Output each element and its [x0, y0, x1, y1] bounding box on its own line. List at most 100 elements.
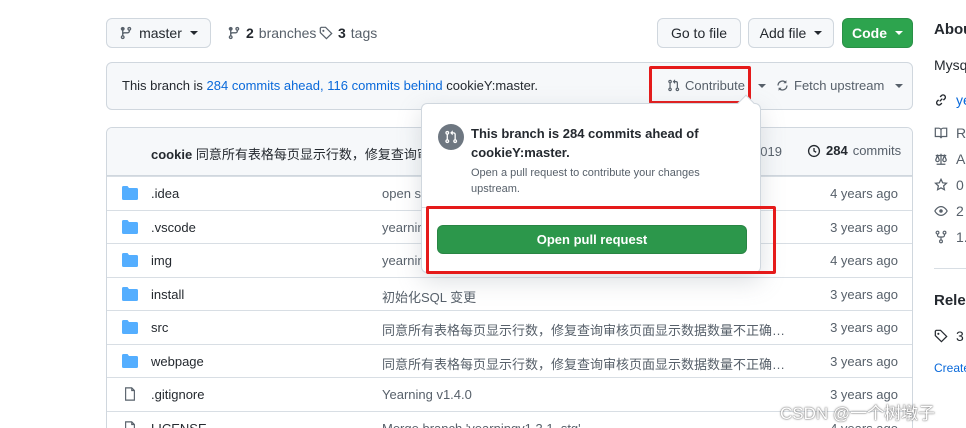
- book-icon: [934, 127, 948, 139]
- popover-divider: [422, 207, 760, 208]
- tags-count: 3: [338, 25, 346, 41]
- repo-website-link[interactable]: ye: [934, 92, 966, 108]
- link-icon: [936, 94, 946, 106]
- folder-icon: [122, 186, 138, 200]
- code-button[interactable]: Code: [842, 18, 913, 48]
- contribute-label: Contribute: [685, 78, 745, 93]
- file-commit-age: 3 years ago: [830, 353, 898, 369]
- create-release-link[interactable]: Create: [934, 361, 966, 375]
- law-icon: [935, 153, 947, 165]
- branch-selector-button[interactable]: master: [106, 18, 211, 48]
- readme-link[interactable]: R: [934, 125, 966, 141]
- chevron-down-icon: [814, 31, 823, 35]
- folder-icon: [122, 320, 138, 334]
- fetch-upstream-button[interactable]: Fetch upstream: [776, 78, 904, 93]
- commits-ahead-link[interactable]: 284 commits ahead,: [207, 78, 324, 93]
- folder-icon: [122, 353, 138, 368]
- add-file-label: Add file: [759, 25, 807, 41]
- chevron-down-icon: [189, 31, 198, 35]
- about-heading: About: [934, 21, 966, 38]
- file-name[interactable]: webpage: [151, 354, 204, 369]
- sync-icon: [777, 80, 788, 91]
- license-link[interactable]: A: [934, 151, 965, 167]
- file-name[interactable]: src: [151, 320, 168, 335]
- tags-release-text: 3 t: [956, 328, 966, 344]
- tags-release-link[interactable]: 3 t: [934, 328, 966, 344]
- file-row[interactable]: install 初始化SQL 变更 3 years ago: [107, 276, 912, 311]
- repo-description: Mysql: [934, 57, 966, 73]
- branches-link[interactable]: 2 branches: [227, 25, 316, 41]
- readme-text: R: [956, 125, 966, 141]
- file-row[interactable]: src 同意所有表格每页显示行数，修复查询审核页面显示数据数量不正确的... 3 y…: [107, 310, 912, 344]
- about-sidebar: About Mysql ye R A 0 2 1. Releases 3 t C…: [934, 0, 966, 428]
- file-commit-age: 3 years ago: [830, 286, 898, 302]
- stars-count: 0: [956, 177, 964, 193]
- file-name[interactable]: install: [151, 287, 184, 302]
- file-name[interactable]: .idea: [151, 186, 179, 201]
- branches-label: branches: [258, 25, 317, 41]
- file-commit-message[interactable]: yearnin: [382, 220, 425, 235]
- latest-commit-message[interactable]: cookie 同意所有表格每页显示行数，修复查询审核: [151, 144, 443, 163]
- git-branch-icon: [228, 26, 240, 40]
- go-to-file-label: Go to file: [670, 25, 728, 41]
- commit-message[interactable]: 同意所有表格每页显示行数，修复查询审核: [196, 147, 443, 162]
- chevron-down-icon: [757, 83, 766, 88]
- code-label: Code: [852, 25, 887, 41]
- commit-count: 284: [826, 143, 848, 158]
- chevron-down-icon: [895, 83, 904, 88]
- branch-name: master: [139, 25, 182, 41]
- file-commit-message[interactable]: 同意所有表格每页显示行数，修复查询审核页面显示数据数量不正确的...: [382, 354, 792, 373]
- contribute-button[interactable]: Contribute: [667, 78, 766, 93]
- git-pull-request-icon: [438, 124, 464, 150]
- git-branch-icon: [120, 26, 132, 40]
- upstream-branch-name: cookieY:master.: [446, 78, 539, 93]
- stars-link[interactable]: 0: [934, 177, 964, 193]
- file-row[interactable]: webpage 同意所有表格每页显示行数，修复查询审核页面显示数据数量不正确的..…: [107, 343, 912, 378]
- file-commit-age: 4 years ago: [830, 186, 898, 201]
- file-icon: [125, 387, 135, 401]
- branch-status-text: This branch is 284 commits ahead, 116 co…: [122, 78, 538, 93]
- tags-label: tags: [350, 25, 378, 41]
- folder-icon: [122, 286, 138, 301]
- branch-status-prefix: This branch is: [122, 78, 207, 93]
- file-commit-message[interactable]: Yearning v1.4.0: [382, 387, 472, 402]
- releases-heading[interactable]: Releases: [934, 292, 966, 309]
- contribute-popover: This branch is 284 commits ahead of cook…: [421, 94, 761, 273]
- star-icon: [934, 178, 948, 191]
- history-icon: [807, 144, 821, 157]
- tags-link[interactable]: 3 tags: [319, 25, 377, 41]
- tag-icon: [319, 26, 333, 40]
- add-file-button[interactable]: Add file: [748, 18, 834, 48]
- chevron-down-icon: [895, 31, 903, 35]
- popover-title: This branch is 284 commits ahead of cook…: [471, 126, 699, 160]
- file-commit-message[interactable]: yearnin: [382, 253, 425, 268]
- license-text: A: [956, 151, 966, 167]
- fork-icon: [935, 230, 947, 244]
- forks-count: 1.: [956, 229, 966, 245]
- file-commit-message[interactable]: 同意所有表格每页显示行数，修复查询审核页面显示数据数量不正确的...: [382, 320, 792, 339]
- forks-link[interactable]: 1.: [934, 229, 966, 245]
- commits-behind-link[interactable]: 116 commits behind: [327, 78, 442, 93]
- file-icon: [125, 420, 135, 428]
- commit-count-label: commits: [852, 143, 902, 158]
- sidebar-divider: [934, 268, 966, 269]
- commit-author[interactable]: cookie: [151, 147, 192, 162]
- file-name[interactable]: .vscode: [151, 220, 196, 235]
- open-pull-request-button[interactable]: Open pull request: [437, 225, 747, 254]
- file-commit-message[interactable]: Merge branch 'yearningv1.3.1_stg': [382, 421, 581, 428]
- file-commit-age: 4 years ago: [830, 253, 898, 268]
- watchers-link[interactable]: 2: [934, 203, 964, 219]
- file-commit-age: 3 years ago: [830, 219, 898, 235]
- file-name[interactable]: .gitignore: [151, 387, 204, 402]
- folder-icon: [122, 253, 138, 267]
- file-name[interactable]: LICENSE: [151, 421, 207, 428]
- fetch-upstream-label: Fetch upstream: [794, 78, 885, 93]
- file-commit-message[interactable]: 初始化SQL 变更: [382, 287, 476, 306]
- csdn-watermark: CSDN @一个树墩子: [780, 404, 936, 423]
- file-name[interactable]: img: [151, 253, 172, 268]
- watchers-count: 2: [956, 203, 964, 219]
- commits-history-link[interactable]: 284 commits: [807, 143, 901, 158]
- repo-website-text: ye: [956, 92, 966, 108]
- folder-icon: [122, 219, 138, 234]
- go-to-file-button[interactable]: Go to file: [657, 18, 741, 48]
